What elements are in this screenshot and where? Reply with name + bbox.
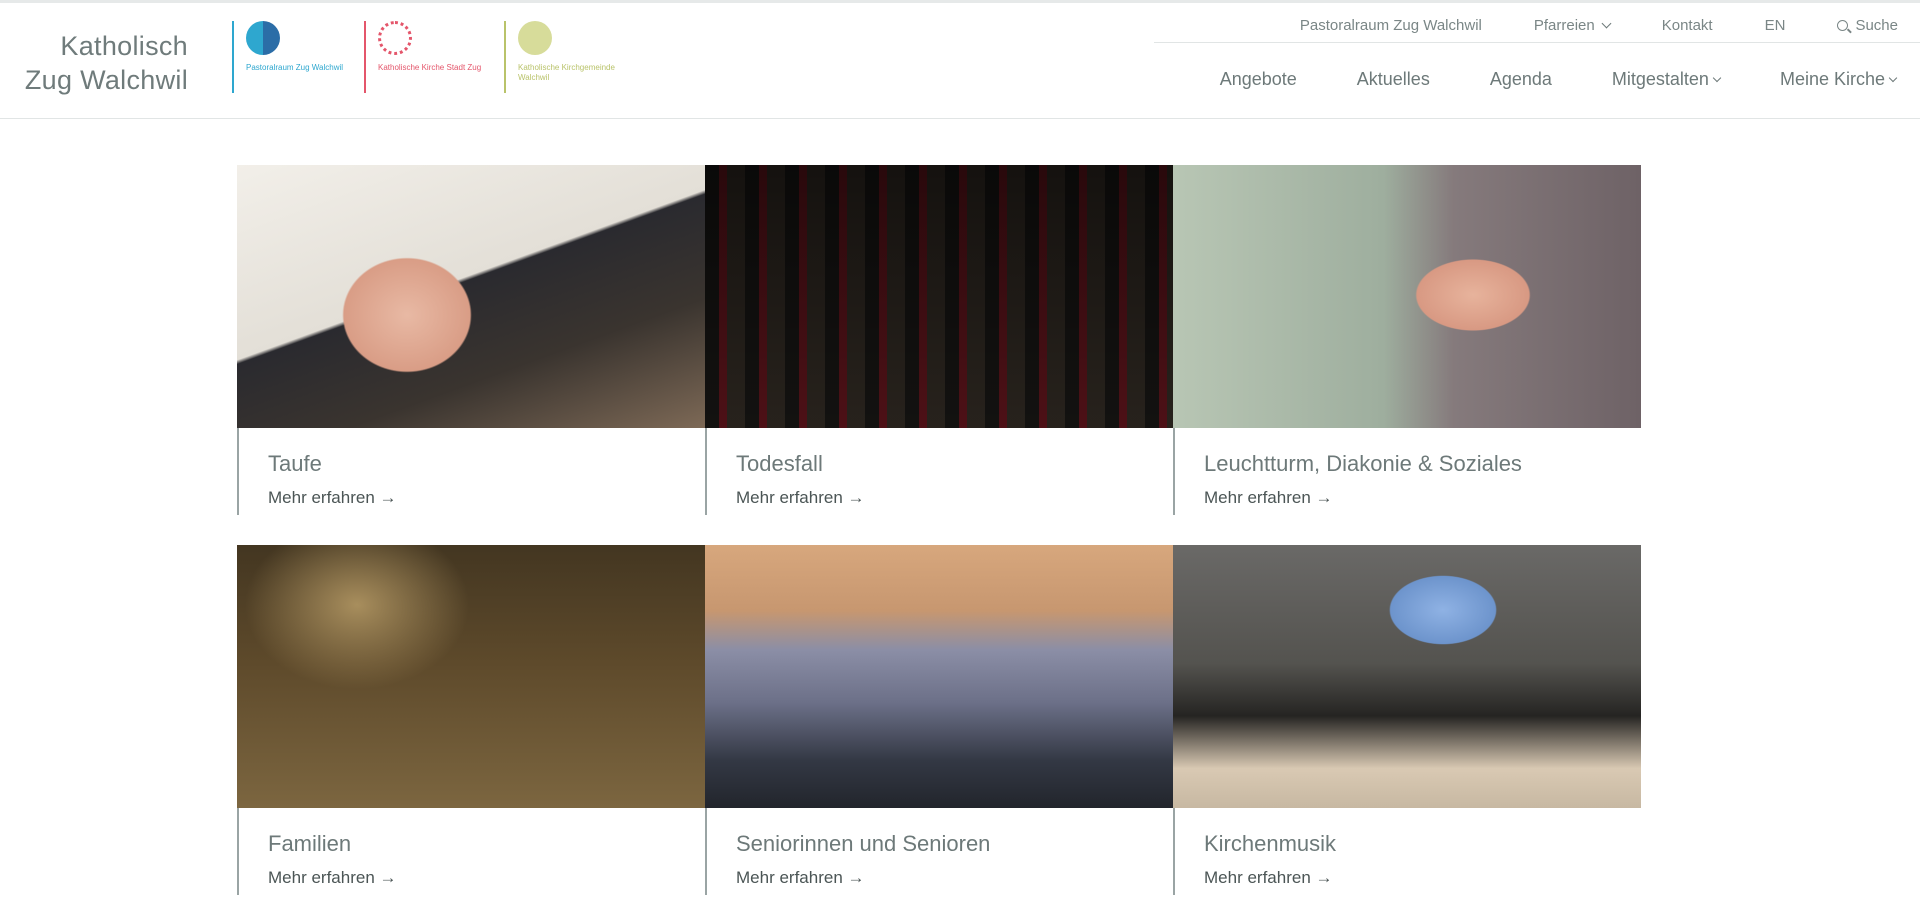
card-image-holding-hands [1173,165,1641,428]
card-image-baptism [237,165,705,428]
card-more-link[interactable]: Mehr erfahren → [736,488,865,508]
site-brand[interactable]: Katholisch Zug Walchwil [22,29,188,97]
search-label: Suche [1855,16,1898,34]
search-icon [1837,19,1849,31]
card-senioren[interactable]: Seniorinnen und Senioren Mehr erfahren → [705,545,1173,895]
nav-aktuelles[interactable]: Aktuelles [1357,69,1430,90]
nav-meine-kirche[interactable]: Meine Kirche [1779,69,1898,90]
utility-kontakt[interactable]: Kontakt [1662,17,1713,34]
nav-agenda[interactable]: Agenda [1490,69,1552,90]
search-button[interactable]: Suche [1837,17,1898,34]
logo-caption: Katholische Kirche Stadt Zug [378,63,482,72]
utility-pfarreien[interactable]: Pfarreien [1533,16,1612,34]
language-switch[interactable]: EN [1765,17,1786,34]
logo-pastoralraum[interactable]: Pastoralraum Zug Walchwil [232,21,366,93]
utility-pastoralraum[interactable]: Pastoralraum Zug Walchwil [1300,17,1482,34]
card-rule [237,428,239,515]
utility-pfarreien-label: Pfarreien [1533,16,1595,34]
logo-caption: Katholische Kirchgemeinde Walchwil [518,63,615,82]
card-image-candles [705,165,1173,428]
card-rule [705,808,707,895]
card-rule [705,428,707,515]
kirchgemeinde-walchwil-logo-icon [518,21,552,55]
card-title: Seniorinnen und Senioren [736,831,991,856]
card-image-family [237,545,705,808]
card-familien[interactable]: Familien Mehr erfahren → [237,545,705,895]
card-more-link[interactable]: Mehr erfahren → [1204,868,1333,888]
site-header: Katholisch Zug Walchwil Pastoralraum Zug… [0,3,1920,119]
kirche-stadt-zug-logo-icon [378,21,412,55]
card-title: Kirchenmusik [1204,831,1337,856]
utility-nav: Pastoralraum Zug Walchwil Pfarreien Kont… [1300,13,1898,37]
logo-kirchgemeinde-walchwil[interactable]: Katholische Kirchgemeinde Walchwil [504,21,638,93]
brand-line-1: Katholisch [60,31,188,61]
card-more-link[interactable]: Mehr erfahren → [1204,488,1333,508]
card-image-orchestra [1173,545,1641,808]
pastoralraum-logo-icon [246,21,280,55]
chevron-down-icon [1712,73,1722,82]
brand-line-2: Zug Walchwil [24,65,188,95]
card-more-link[interactable]: Mehr erfahren → [268,488,397,508]
nav-divider [1154,42,1920,43]
card-more-link[interactable]: Mehr erfahren → [268,868,397,888]
nav-angebote[interactable]: Angebote [1220,69,1297,90]
card-leuchtturm[interactable]: Leuchtturm, Diakonie & Soziales Mehr erf… [1173,165,1641,515]
main-nav: Angebote Aktuelles Agenda Mitgestalten M… [1220,69,1898,90]
card-image-seniors-group [705,545,1173,808]
logo-caption: Pastoralraum Zug Walchwil [246,63,344,72]
card-todesfall[interactable]: Todesfall Mehr erfahren → [705,165,1173,515]
logo-kirche-stadt-zug[interactable]: Katholische Kirche Stadt Zug [364,21,498,93]
nav-meine-kirche-label: Meine Kirche [1779,69,1885,89]
card-kirchenmusik[interactable]: Kirchenmusik Mehr erfahren → [1173,545,1641,895]
card-rule [237,808,239,895]
chevron-down-icon [1601,18,1612,28]
card-rule [1173,428,1175,515]
chevron-down-icon [1888,73,1898,82]
card-title: Leuchtturm, Diakonie & Soziales [1204,451,1522,476]
nav-mitgestalten-label: Mitgestalten [1611,69,1709,89]
card-title: Taufe [268,451,322,476]
card-title: Todesfall [736,451,823,476]
nav-mitgestalten[interactable]: Mitgestalten [1611,69,1722,90]
card-taufe[interactable]: Taufe Mehr erfahren → [237,165,705,515]
card-rule [1173,808,1175,895]
card-title: Familien [268,831,352,856]
card-more-link[interactable]: Mehr erfahren → [736,868,865,888]
